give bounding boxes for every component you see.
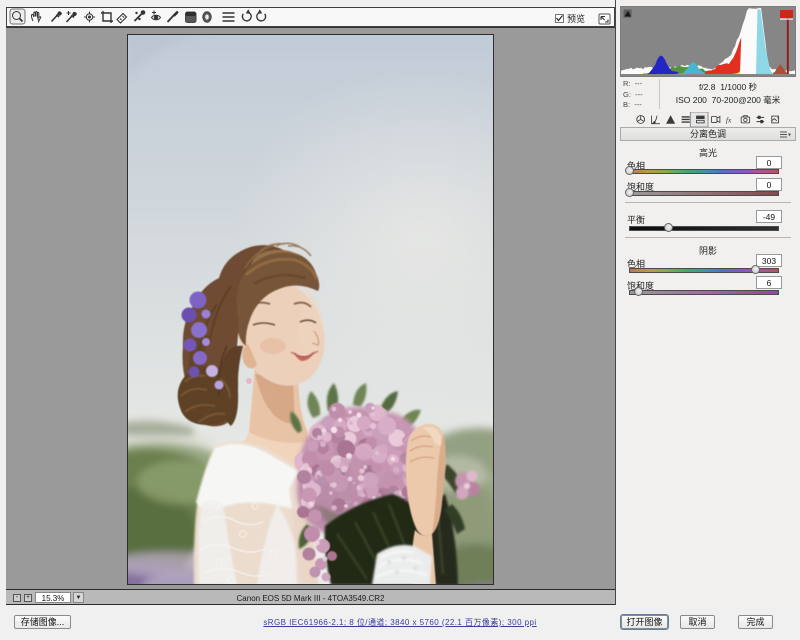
svg-text:fx: fx xyxy=(726,115,732,124)
